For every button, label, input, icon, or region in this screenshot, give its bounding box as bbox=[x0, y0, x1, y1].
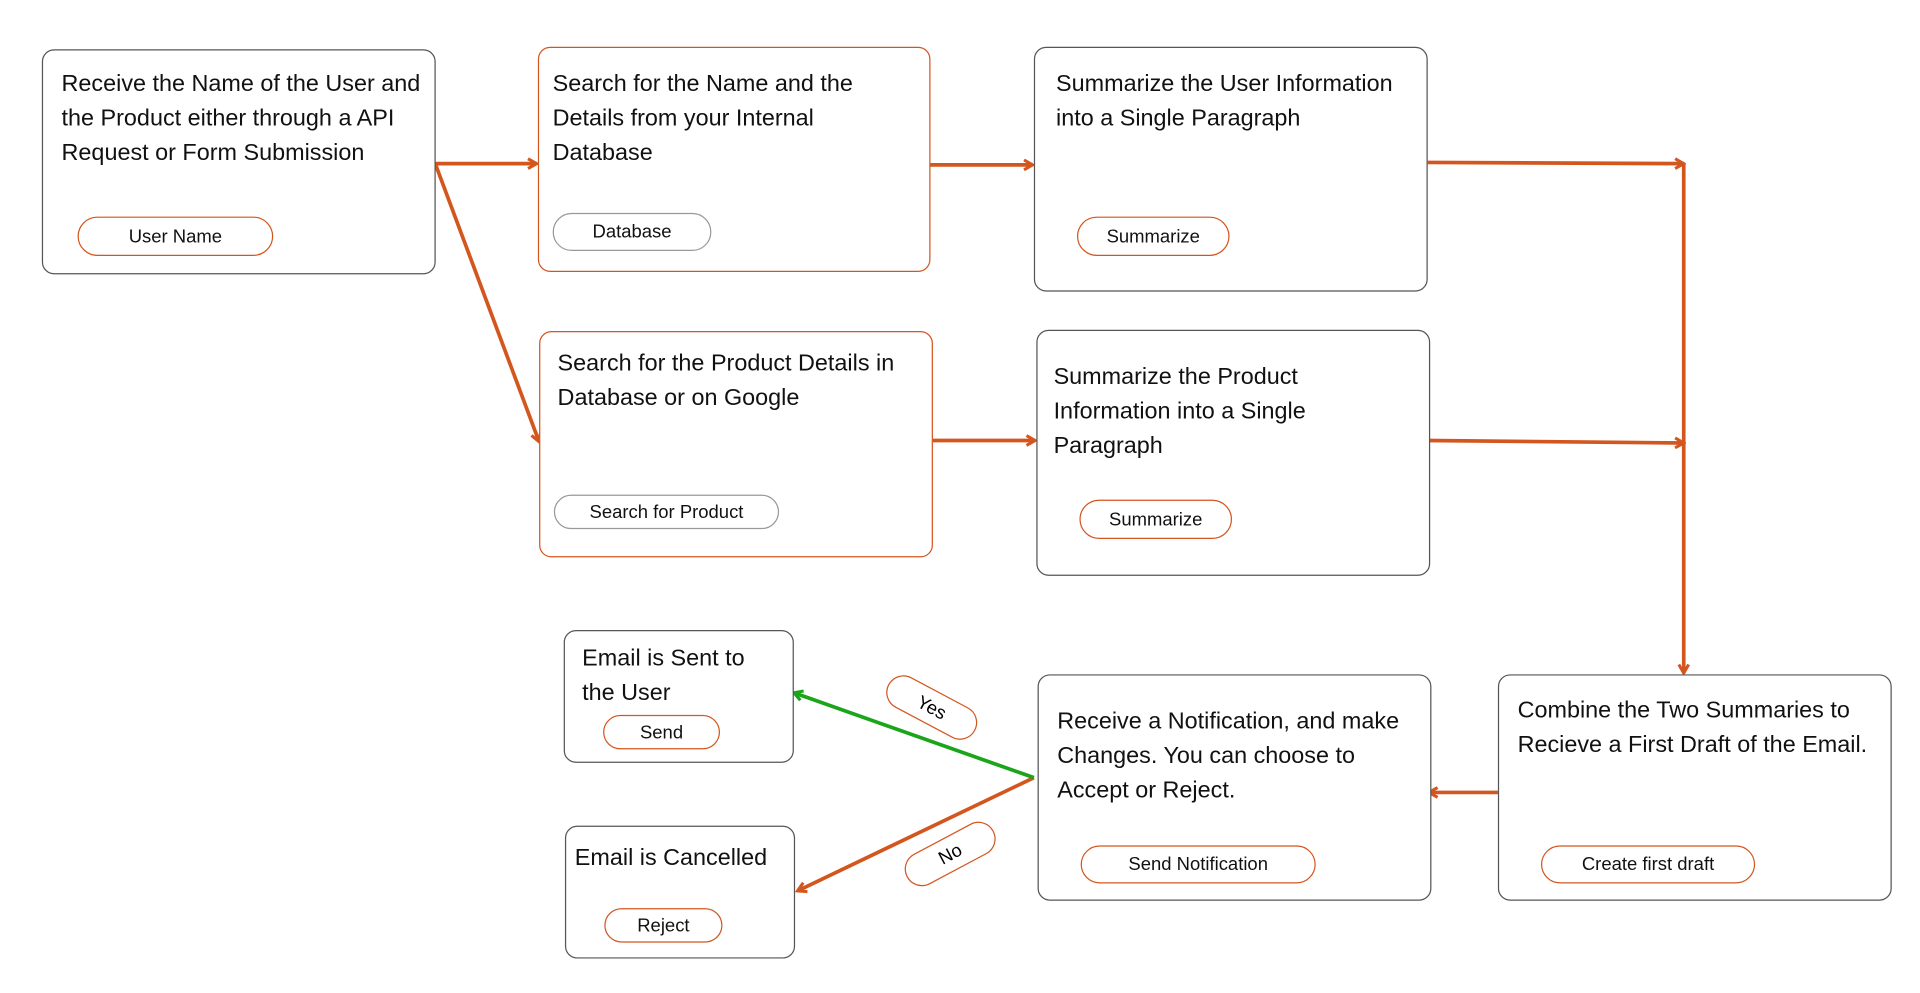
node-text: Summarize the Product Information into a… bbox=[1053, 364, 1306, 459]
node-email-sent: Email is Sent to the User Send bbox=[563, 630, 794, 763]
pill-user-name: User Name bbox=[77, 216, 274, 256]
pill-database: Database bbox=[552, 212, 712, 252]
arrow-receive-to-search-product bbox=[433, 164, 539, 442]
node-combine: Combine the Two Summaries to Recieve a F… bbox=[1497, 674, 1892, 901]
arrow-summary-user-to-merge bbox=[1427, 162, 1684, 163]
pill-create-first-draft: Create first draft bbox=[1540, 845, 1756, 884]
node-text: Receive the Name of the User and the Pro… bbox=[61, 71, 421, 167]
node-text: Summarize the User Information into a Si… bbox=[1056, 71, 1393, 132]
arrow-summary-product-to-merge bbox=[1427, 441, 1684, 443]
node-email-cancelled: Email is Cancelled Reject bbox=[564, 825, 796, 959]
pill-summarize: Summarize bbox=[1079, 499, 1233, 539]
node-notify: Receive a Notification, and make Changes… bbox=[1037, 674, 1432, 901]
node-text: Combine the Two Summaries to Recieve a F… bbox=[1517, 697, 1868, 758]
node-search-product: Search for the Product Details in Databa… bbox=[539, 331, 933, 558]
node-text: Search for the Product Details in Databa… bbox=[557, 350, 895, 411]
node-text: Email is Cancelled bbox=[574, 845, 768, 872]
node-text: Receive a Notification, and make Changes… bbox=[1057, 708, 1400, 804]
flowchart: Receive the Name of the User and the Pro… bbox=[0, 0, 1920, 993]
node-text: Email is Sent to the User bbox=[582, 646, 745, 707]
pill-search-product: Search for Product bbox=[553, 494, 780, 530]
node-summarize-product: Summarize the Product Information into a… bbox=[1036, 329, 1431, 576]
pill-reject: Reject bbox=[604, 908, 723, 943]
node-text: Search for the Name and the Details from… bbox=[552, 71, 853, 167]
pill-send-notification: Send Notification bbox=[1080, 845, 1316, 884]
node-search-name: Search for the Name and the Details from… bbox=[537, 46, 931, 272]
node-summarize-user: Summarize the User Information into a Si… bbox=[1033, 46, 1428, 292]
pill-send: Send bbox=[603, 714, 721, 750]
node-receive: Receive the Name of the User and the Pro… bbox=[41, 49, 436, 275]
pill-summarize: Summarize bbox=[1076, 216, 1230, 256]
